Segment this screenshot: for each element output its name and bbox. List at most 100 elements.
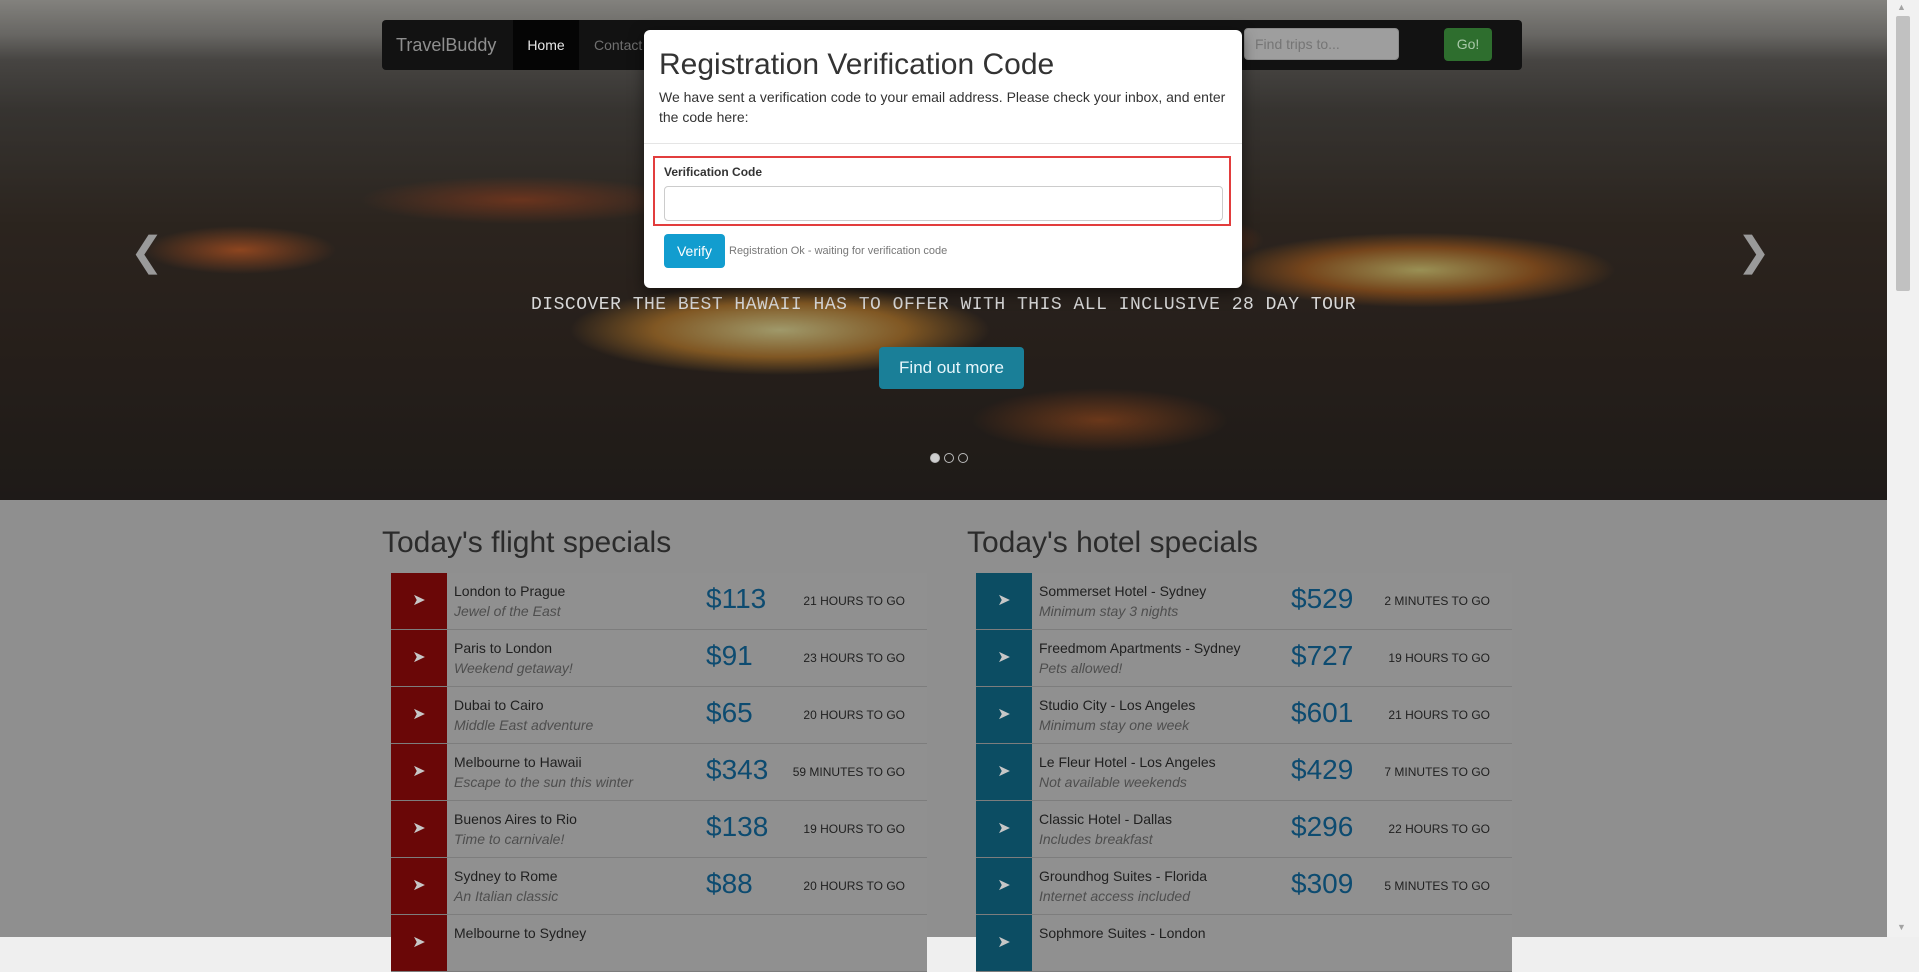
item-countdown: 59 MINUTES TO GO — [792, 765, 905, 779]
item-price: $309 — [1291, 868, 1354, 899]
item-countdown: 7 MINUTES TO GO — [1384, 765, 1490, 779]
scroll-up-icon[interactable]: ▲ — [1897, 2, 1906, 12]
item-price: $88 — [706, 868, 753, 899]
item-title: Dubai to Cairo — [454, 697, 544, 713]
search-input[interactable] — [1244, 28, 1399, 60]
item-price: $296 — [1291, 811, 1354, 842]
list-item[interactable]: ➤ Buenos Aires to Rio Time to carnivale! $1… — [391, 801, 927, 858]
item-title: Sophmore Suites - London — [1039, 925, 1206, 941]
status-message: Registration Ok - waiting for verificati… — [729, 245, 948, 257]
item-subtitle: Middle East adventure — [454, 717, 594, 733]
item-countdown: 19 HOURS TO GO — [803, 822, 905, 836]
plane-icon: ➤ — [391, 801, 447, 857]
list-item[interactable]: ➤ Sommerset Hotel - Sydney Minimum stay 3 … — [976, 573, 1512, 630]
item-subtitle: Minimum stay one week — [1039, 717, 1190, 733]
item-subtitle: Time to carnivale! — [454, 831, 565, 847]
item-title: Melbourne to Sydney — [454, 925, 587, 941]
nav-contact[interactable]: Contact — [594, 20, 642, 70]
plane-icon: ➤ — [391, 858, 447, 914]
nav-home[interactable]: Home — [513, 20, 579, 70]
find-out-more-button[interactable]: Find out more — [879, 347, 1024, 389]
item-title: London to Prague — [454, 583, 566, 599]
item-title: Le Fleur Hotel - Los Angeles — [1039, 754, 1216, 770]
list-item[interactable]: ➤ London to Prague Jewel of the East $113 21… — [391, 573, 927, 630]
hero-caption: DISCOVER THE BEST HAWAII HAS TO OFFER WI… — [530, 295, 1357, 315]
item-price: $91 — [706, 640, 753, 671]
modal-title: Registration Verification Code — [659, 48, 1055, 81]
list-item[interactable]: ➤ Studio City - Los Angeles Minimum stay o… — [976, 687, 1512, 744]
item-title: Freedmom Apartments - Sydney — [1039, 640, 1241, 656]
item-price: $429 — [1291, 754, 1354, 785]
chevron-right-icon[interactable]: ❯ — [1737, 232, 1771, 272]
item-countdown: 2 MINUTES TO GO — [1384, 594, 1490, 608]
plane-icon: ➤ — [976, 801, 1032, 857]
item-price: $529 — [1291, 583, 1354, 614]
item-countdown: 20 HOURS TO GO — [803, 879, 905, 893]
verify-button[interactable]: Verify — [664, 234, 725, 268]
plane-icon: ➤ — [391, 744, 447, 800]
list-item[interactable]: ➤ Sophmore Suites - London — [976, 915, 1512, 972]
carousel-indicator[interactable] — [958, 453, 968, 463]
plane-icon: ➤ — [976, 915, 1032, 971]
item-title: Sommerset Hotel - Sydney — [1039, 583, 1207, 599]
scroll-down-icon[interactable]: ▼ — [1897, 922, 1906, 932]
item-subtitle: Not available weekends — [1039, 774, 1187, 790]
chevron-left-icon[interactable]: ❮ — [130, 232, 164, 272]
verification-code-label: Verification Code — [664, 165, 763, 179]
plane-icon: ➤ — [976, 630, 1032, 686]
list-item[interactable]: ➤ Freedmom Apartments - Sydney Pets allowe… — [976, 630, 1512, 687]
carousel-indicator[interactable] — [930, 453, 940, 463]
item-title: Melbourne to Hawaii — [454, 754, 582, 770]
verification-modal: Registration Verification Code We have s… — [644, 30, 1242, 288]
item-countdown: 5 MINUTES TO GO — [1384, 879, 1490, 893]
plane-icon: ➤ — [976, 573, 1032, 629]
scroll-thumb[interactable] — [1896, 16, 1910, 291]
item-countdown: 22 HOURS TO GO — [1388, 822, 1490, 836]
item-countdown: 21 HOURS TO GO — [803, 594, 905, 608]
list-item[interactable]: ➤ Melbourne to Sydney — [391, 915, 927, 972]
item-subtitle: Minimum stay 3 nights — [1039, 603, 1179, 619]
plane-icon: ➤ — [976, 744, 1032, 800]
specials-section: Today's flight specials ➤ London to Pragu… — [0, 500, 1887, 972]
modal-description: We have sent a verification code to your… — [659, 89, 1226, 125]
page-scrollbar[interactable]: ▲ ▼ — [1887, 0, 1919, 937]
plane-icon: ➤ — [391, 915, 447, 971]
plane-icon: ➤ — [391, 573, 447, 629]
carousel-indicators — [930, 453, 968, 463]
list-item[interactable]: ➤ Le Fleur Hotel - Los Angeles Not availab… — [976, 744, 1512, 801]
plane-icon: ➤ — [391, 687, 447, 743]
item-title: Buenos Aires to Rio — [454, 811, 577, 827]
item-title: Paris to London — [454, 640, 553, 656]
item-subtitle: Includes breakfast — [1039, 831, 1153, 847]
hotel-list: ➤ Sommerset Hotel - Sydney Minimum stay 3 … — [976, 573, 1512, 972]
item-countdown: 21 HOURS TO GO — [1388, 708, 1490, 722]
go-button[interactable]: Go! — [1444, 28, 1492, 61]
item-subtitle: An Italian classic — [454, 888, 559, 904]
plane-icon: ➤ — [976, 687, 1032, 743]
verification-code-input[interactable] — [664, 186, 1223, 221]
hotel-specials-heading: Today's hotel specials — [967, 526, 1258, 559]
item-title: Studio City - Los Angeles — [1039, 697, 1196, 713]
modal-divider — [644, 143, 1242, 144]
brand-logo[interactable]: TravelBuddy — [396, 20, 496, 70]
item-subtitle: Jewel of the East — [454, 603, 561, 619]
item-title: Sydney to Rome — [454, 868, 558, 884]
item-price: $601 — [1291, 697, 1354, 728]
item-price: $65 — [706, 697, 753, 728]
list-item[interactable]: ➤ Paris to London Weekend getaway! $91 23 HO… — [391, 630, 927, 687]
list-item[interactable]: ➤ Classic Hotel - Dallas Includes breakfas… — [976, 801, 1512, 858]
list-item[interactable]: ➤ Groundhog Suites - Florida Internet acce… — [976, 858, 1512, 915]
list-item[interactable]: ➤ Sydney to Rome An Italian classic $88 20 H… — [391, 858, 927, 915]
flight-specials-heading: Today's flight specials — [382, 526, 672, 559]
item-price: $343 — [706, 754, 769, 785]
list-item[interactable]: ➤ Dubai to Cairo Middle East adventure $65 2… — [391, 687, 927, 744]
plane-icon: ➤ — [976, 858, 1032, 914]
item-price: $727 — [1291, 640, 1354, 671]
plane-icon: ➤ — [391, 630, 447, 686]
list-item[interactable]: ➤ Melbourne to Hawaii Escape to the sun th… — [391, 744, 927, 801]
item-countdown: 23 HOURS TO GO — [803, 651, 905, 665]
item-subtitle: Internet access included — [1039, 888, 1190, 904]
item-subtitle: Pets allowed! — [1039, 660, 1123, 676]
item-title: Groundhog Suites - Florida — [1039, 868, 1208, 884]
carousel-indicator[interactable] — [944, 453, 954, 463]
